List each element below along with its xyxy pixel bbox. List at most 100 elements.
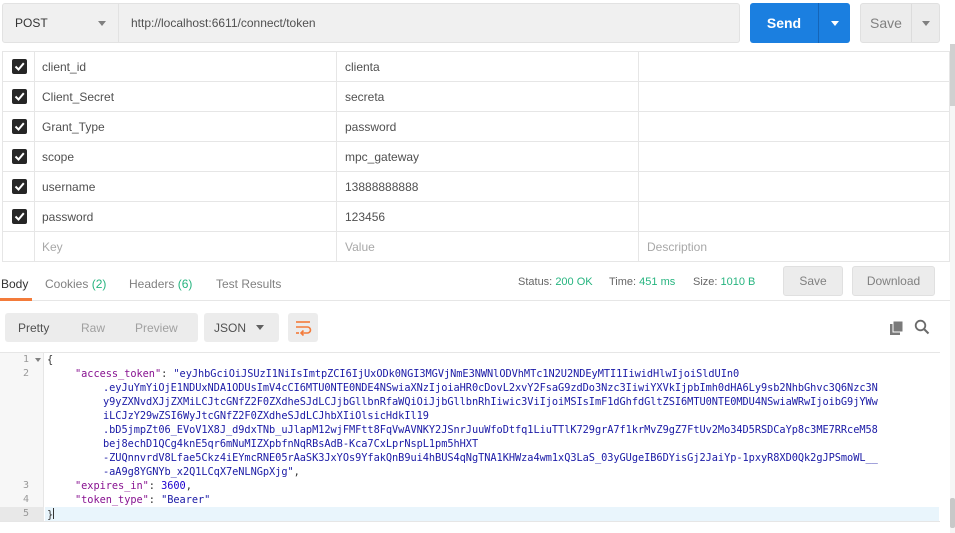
param-key[interactable]: scope [35,142,337,171]
time-value: 451 ms [639,276,676,288]
save-response-button[interactable]: Save [783,266,843,296]
size-value: 1010 B [720,276,756,288]
status-label: Status: [518,276,553,288]
fold-arrow-icon[interactable] [35,358,41,362]
url-text: http://localhost:6611/connect/token [131,16,316,30]
line-number: 2 [22,368,29,379]
check-icon [14,92,25,101]
code-line-wrap: .eyJuYmYiOjE1NDUxNDA1ODUsImV4cCI6MTU0NTE… [103,382,878,394]
chevron-down-icon [922,21,930,26]
code-line: "access_token": "eyJhbGciOiJSUzI1NiIsImt… [75,368,740,380]
response-tabs: Body Cookies (2) Headers (6) Test Result… [0,263,950,301]
json-key: "access_token" [75,368,162,380]
tab-test-results[interactable]: Test Results [216,277,281,291]
check-icon [14,182,25,191]
status-readout: Status: 200 OK [518,276,593,288]
param-value[interactable]: clienta [337,52,639,81]
size-label: Size: [693,276,718,288]
params-table: client_id clienta Client_Secret secreta … [2,51,950,262]
code-line: } [47,508,55,521]
send-button[interactable]: Send [750,3,850,43]
code-line-wrap: y9yZXNvdXJjZXMiLCJtcGNfZ2F0ZXdheSJdLCJjb… [103,396,878,408]
param-row: Client_Secret secreta [2,82,950,112]
editor-scrollbar-thumb[interactable] [950,498,955,528]
time-label: Time: [609,276,637,288]
cookies-count: (2) [91,277,107,291]
copy-icon[interactable] [889,320,905,336]
view-raw[interactable]: Raw [81,313,105,342]
checkbox-cell [2,52,35,81]
check-icon [14,212,25,221]
param-row: scope mpc_gateway [2,142,950,172]
code-line-wrap: .bD5jmpZt06_EVoV1X8J_d9dxTNb_uJlapM12wjF… [103,424,878,436]
param-row: password 123456 [2,202,950,232]
format-label: JSON [214,320,247,335]
code-line-wrap: bej8echD1QCg4knE5qr6mNuMIZXpbfnNqRBsAdB-… [103,438,479,450]
param-description[interactable] [639,172,950,201]
chevron-down-icon [831,21,839,26]
tab-cookies[interactable]: Cookies (2) [45,277,106,291]
format-select[interactable]: JSON [204,313,279,342]
json-number: 3600 [161,480,186,492]
save-request-button[interactable]: Save [860,3,940,43]
active-tab-indicator [0,298,32,301]
param-description[interactable] [639,112,950,141]
param-value[interactable]: mpc_gateway [337,142,639,171]
tab-headers-label: Headers [129,277,175,291]
checkbox-cell [2,142,35,171]
param-checkbox[interactable] [12,149,27,164]
wrap-lines-icon [296,321,312,337]
param-key[interactable]: client_id [35,52,337,81]
save-options-button[interactable] [911,4,940,42]
code-line-wrap: -aA9g8YGNYb_x2Q1LCqX7eNLNGpXjg", [103,466,300,478]
tab-cookies-label: Cookies [45,277,89,291]
param-key[interactable]: Grant_Type [35,112,337,141]
code-line-wrap: -ZUQnnvrdV8Lfae5Ckz4iEYmcRNE05rAaSK3JxYO… [103,452,878,464]
method-select[interactable]: POST [2,3,119,43]
param-checkbox[interactable] [12,179,27,194]
param-description[interactable] [639,82,950,111]
param-description[interactable] [639,142,950,171]
wrap-lines-button[interactable] [288,313,318,342]
page-scrollbar[interactable] [950,44,955,533]
view-mode-group: Pretty Raw Preview [5,313,198,342]
param-checkbox[interactable] [12,209,27,224]
url-input[interactable]: http://localhost:6611/connect/token [119,3,740,43]
chevron-down-icon [98,21,106,26]
new-key-input[interactable]: Key [35,232,337,261]
json-string: -aA9g8YGNYb_x2Q1LCqX7eNLNGpXjg" [103,466,294,478]
param-description[interactable] [639,202,950,231]
param-checkbox[interactable] [12,119,27,134]
check-icon [14,122,25,131]
tab-body[interactable]: Body [1,277,28,291]
param-key[interactable]: password [35,202,337,231]
code-line: "expires_in": 3600, [75,480,192,492]
send-label: Send [766,15,802,31]
view-pretty[interactable]: Pretty [18,313,49,342]
send-options-button[interactable] [818,3,850,43]
response-body-editor[interactable]: 1 2 3 4 5 { "access_token": "eyJhbGciOiJ… [0,352,940,522]
code-line: { [47,354,54,366]
param-key[interactable]: username [35,172,337,201]
search-icon[interactable] [914,319,930,335]
line-gutter: 1 2 3 4 5 [0,353,44,521]
param-value[interactable]: 13888888888 [337,172,639,201]
time-readout: Time: 451 ms [609,276,675,288]
param-checkbox[interactable] [12,59,27,74]
checkbox-cell [2,82,35,111]
param-row: client_id clienta [2,52,950,82]
param-description[interactable] [639,52,950,81]
param-value[interactable]: 123456 [337,202,639,231]
page-scrollbar-thumb[interactable] [950,44,955,106]
code-line-wrap: iLCJzY29wZSI6WyJtcGNfZ2F0ZXdheSJdLCJhbXI… [103,410,429,422]
param-row: username 13888888888 [2,172,950,202]
param-key[interactable]: Client_Secret [35,82,337,111]
view-preview[interactable]: Preview [135,313,178,342]
param-value[interactable]: password [337,112,639,141]
new-description-input[interactable]: Description [639,232,950,261]
download-button[interactable]: Download [852,266,935,296]
param-value[interactable]: secreta [337,82,639,111]
tab-headers[interactable]: Headers (6) [129,277,192,291]
param-checkbox[interactable] [12,89,27,104]
new-value-input[interactable]: Value [337,232,639,261]
